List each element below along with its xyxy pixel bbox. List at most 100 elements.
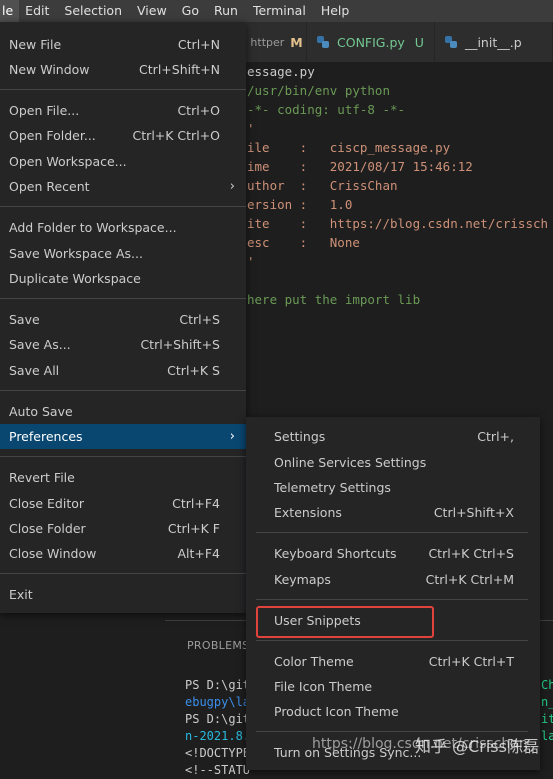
menu-run[interactable]: Run — [208, 0, 247, 22]
watermark-brand: 知乎 @Criss陈磊 — [415, 737, 539, 756]
menu-item-add-folder[interactable]: Add Folder to Workspace... — [0, 215, 246, 240]
menu-item-label: Telemetry Settings — [274, 480, 391, 495]
menu-item-exit[interactable]: Exit — [0, 582, 246, 607]
terminal-line: PS D:\git — [185, 712, 251, 726]
menu-item-open-workspace[interactable]: Open Workspace... — [0, 149, 246, 174]
menu-item-new-file[interactable]: New File Ctrl+N — [0, 32, 246, 57]
tab-label: __init__.p — [464, 34, 522, 50]
menu-item-label: New Window — [9, 62, 90, 77]
menu-item-label: File Icon Theme — [274, 679, 373, 694]
menu-item-shortcut: Ctrl+F4 — [172, 496, 220, 511]
menu-item-shortcut: Ctrl+K S — [167, 363, 220, 378]
terminal-line: <!--STATU — [185, 763, 251, 777]
menu-item-online-services[interactable]: Online Services Settings — [246, 450, 540, 475]
code-line: ile : ciscp_message.py — [247, 140, 451, 155]
menu-terminal[interactable]: Terminal — [247, 0, 315, 22]
menu-item-color-theme[interactable]: Color Theme Ctrl+K Ctrl+T — [246, 649, 540, 674]
preferences-submenu: Settings Ctrl+, Online Services Settings … — [246, 417, 540, 770]
menu-item-label: Preferences — [9, 429, 83, 444]
menu-view[interactable]: View — [131, 0, 176, 22]
menu-item-label: Color Theme — [274, 654, 354, 669]
terminal-line: n-2021.8. — [185, 729, 251, 743]
python-file-icon — [444, 36, 457, 48]
menu-go[interactable]: Go — [176, 0, 208, 22]
menu-item-label: Save Workspace As... — [9, 246, 143, 261]
menu-selection[interactable]: Selection — [58, 0, 131, 22]
terminal-fragment: la — [541, 729, 553, 743]
menu-item-label: Revert File — [9, 470, 75, 485]
python-file-icon — [317, 36, 329, 48]
menu-item-shortcut: Ctrl+Shift+X — [433, 505, 514, 520]
menu-item-save-all[interactable]: Save All Ctrl+K S — [0, 358, 246, 383]
menu-item-label: Auto Save — [9, 404, 73, 419]
terminal-fragment: n_t — [541, 695, 553, 709]
menu-item-shortcut: Ctrl+Shift+N — [139, 62, 220, 77]
menu-item-label: Open Recent — [9, 179, 90, 194]
menu-item-auto-save[interactable]: Auto Save — [0, 399, 246, 424]
menu-item-shortcut: Ctrl+N — [177, 37, 220, 52]
menu-item-close-window[interactable]: Close Window Alt+F4 — [0, 541, 246, 566]
menu-item-preferences[interactable]: Preferences › — [0, 424, 246, 449]
menu-item-label: Online Services Settings — [274, 455, 427, 470]
breadcrumb: essage.py — [247, 64, 315, 79]
menu-item-label: New File — [9, 37, 62, 52]
menu-item-shortcut: Ctrl+K Ctrl+O — [132, 128, 220, 143]
menu-item-shortcut: Alt+F4 — [177, 546, 220, 561]
menu-item-save-workspace[interactable]: Save Workspace As... — [0, 241, 246, 266]
menu-separator — [0, 89, 246, 90]
menu-item-revert-file[interactable]: Revert File — [0, 465, 246, 490]
chevron-right-icon: › — [229, 429, 235, 444]
menu-edit[interactable]: Edit — [19, 0, 58, 22]
menu-item-product-icon-theme[interactable]: Product Icon Theme — [246, 699, 540, 724]
terminal-line: ebugpy\la — [185, 695, 251, 709]
menu-item-close-folder[interactable]: Close Folder Ctrl+K F — [0, 516, 246, 541]
menu-item-open-file[interactable]: Open File... Ctrl+O — [0, 98, 246, 123]
menubar: le Edit Selection View Go Run Terminal H… — [0, 0, 553, 22]
menu-item-label: Close Editor — [9, 496, 85, 511]
menu-help[interactable]: Help — [315, 0, 359, 22]
menu-separator — [256, 599, 528, 600]
code-line: /usr/bin/env python — [247, 83, 390, 98]
menu-item-extensions[interactable]: Extensions Ctrl+Shift+X — [246, 500, 540, 525]
menu-item-shortcut: Ctrl+, — [477, 429, 514, 444]
menu-separator — [0, 390, 246, 391]
menu-item-shortcut: Ctrl+K Ctrl+T — [428, 654, 514, 669]
menu-item-open-recent[interactable]: Open Recent › — [0, 174, 246, 199]
menu-item-label: Open Workspace... — [9, 154, 127, 169]
menu-item-keyboard-shortcuts[interactable]: Keyboard Shortcuts Ctrl+K Ctrl+S — [246, 541, 540, 566]
menu-item-open-folder[interactable]: Open Folder... Ctrl+K Ctrl+O — [0, 123, 246, 148]
code-line: -*- coding: utf-8 -*- — [247, 102, 406, 117]
menu-item-label: Add Folder to Workspace... — [9, 220, 177, 235]
chevron-right-icon: › — [229, 179, 235, 194]
tab-problems[interactable]: PROBLEMS — [187, 639, 249, 652]
menu-item-shortcut: Ctrl+K F — [167, 521, 220, 536]
code-line: esc : None — [247, 235, 360, 250]
menu-item-label: Save — [9, 312, 40, 327]
menu-item-file-icon-theme[interactable]: File Icon Theme — [246, 674, 540, 699]
menu-item-save-as[interactable]: Save As... Ctrl+Shift+S — [0, 332, 246, 357]
menu-item-shortcut: Ctrl+S — [179, 312, 220, 327]
menu-item-label: Extensions — [274, 505, 342, 520]
menu-item-label: Open File... — [9, 103, 80, 118]
untracked-badge: U — [414, 34, 424, 50]
menu-item-settings[interactable]: Settings Ctrl+, — [246, 424, 540, 449]
tab-folder-hint: httper — [250, 35, 285, 49]
menu-separator — [256, 532, 528, 533]
tab-init[interactable]: __init__.p — [434, 22, 553, 62]
menu-file[interactable]: le — [0, 0, 20, 22]
menu-item-close-editor[interactable]: Close Editor Ctrl+F4 — [0, 491, 246, 516]
menu-item-duplicate-workspace[interactable]: Duplicate Workspace — [0, 266, 246, 291]
menu-item-keymaps[interactable]: Keymaps Ctrl+K Ctrl+M — [246, 567, 540, 592]
menu-item-shortcut: Ctrl+Shift+S — [140, 337, 220, 352]
menu-item-telemetry[interactable]: Telemetry Settings — [246, 475, 540, 500]
tab-config[interactable]: CONFIG.py U — [307, 22, 435, 62]
menu-item-label: Keyboard Shortcuts — [274, 546, 397, 561]
menu-item-shortcut: Ctrl+O — [177, 103, 220, 118]
menu-item-label: Open Folder... — [9, 128, 96, 143]
menu-separator — [0, 573, 246, 574]
code-line: ersion : 1.0 — [247, 197, 353, 212]
terminal-fragment: it — [541, 712, 553, 726]
menu-item-save[interactable]: Save Ctrl+S — [0, 307, 246, 332]
menu-item-new-window[interactable]: New Window Ctrl+Shift+N — [0, 57, 246, 82]
menu-item-label: Duplicate Workspace — [9, 271, 141, 286]
